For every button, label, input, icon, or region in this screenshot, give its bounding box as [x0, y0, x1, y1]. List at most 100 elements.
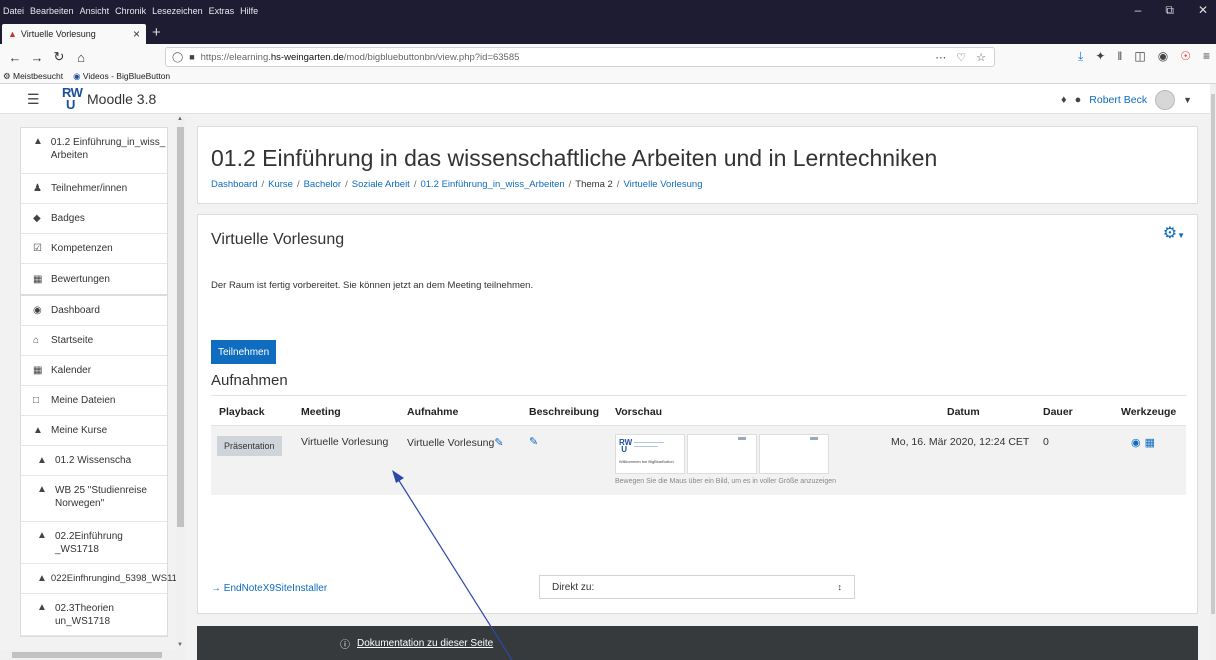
drawer-item-home[interactable]: ⌂ Startseite — [21, 326, 167, 356]
close-window-icon[interactable]: ✕ — [1198, 3, 1208, 18]
breadcrumb-kurse[interactable]: Kurse — [268, 179, 293, 190]
jump-to-select[interactable]: Direkt zu: ↕ — [539, 575, 855, 599]
drawer-item-course-022[interactable]: ▲ 02.2Einführung _WS1718 — [21, 522, 167, 564]
tracking-shield-icon[interactable]: ◯ — [172, 52, 183, 63]
documentation-link[interactable]: Dokumentation zu dieser Seite — [357, 638, 493, 649]
drawer-horizontal-scrollbar[interactable] — [0, 650, 185, 660]
new-tab-icon[interactable]: + — [152, 24, 161, 41]
breadcrumb-thema[interactable]: Thema 2 — [575, 179, 613, 190]
breadcrumb-bachelor[interactable]: Bachelor — [304, 179, 342, 190]
lock-icon[interactable]: ■ — [189, 52, 194, 62]
scroll-down-icon[interactable]: ▼ — [177, 642, 183, 648]
drawer-item-competencies[interactable]: ☑ Kompetenzen — [21, 234, 167, 264]
table-header: Playback Meeting Aufnahme Beschreibung V… — [211, 395, 1186, 425]
drawer-item-course-wb25[interactable]: ▲ WB 25 "Studienreise Norwegen" — [21, 476, 167, 522]
drawer-item-participants[interactable]: ♟ Teilnehmer/innen — [21, 174, 167, 204]
url-prefix: https://elearning. — [200, 51, 271, 63]
menu-hilfe[interactable]: Hilfe — [240, 6, 258, 16]
menu-bearbeiten[interactable]: Bearbeiten — [30, 6, 74, 16]
meeting-name: Virtuelle Vorlesung — [301, 436, 389, 448]
url-path: /mod/bigbluebuttonbn/view.php?id=63585 — [343, 51, 520, 63]
chevron-down-icon[interactable]: ▼ — [1183, 95, 1192, 105]
eye-icon[interactable]: ◉ — [1131, 436, 1141, 449]
drawer-item-course-023[interactable]: ▲ 02.3Theorien un_WS1718 — [21, 594, 167, 636]
drawer-scrollbar[interactable]: ▲ ▼ — [176, 115, 185, 660]
url-bar[interactable]: ◯ ■ https://elearning. hs-weingarten.de/m… — [165, 47, 995, 67]
library-icon[interactable]: ‖ — [1117, 49, 1122, 64]
site-name[interactable]: Moodle 3.8 — [87, 91, 156, 107]
preview-image[interactable]: RW U Willkommen bei BigBlueButton — [615, 434, 685, 474]
close-tab-icon[interactable]: × — [133, 27, 140, 41]
select-arrows-icon: ↕ — [837, 582, 843, 592]
scrollbar-thumb[interactable] — [177, 127, 184, 527]
preview-image[interactable] — [687, 434, 757, 474]
scrollbar-thumb[interactable] — [12, 652, 162, 658]
drawer-item-badges[interactable]: ◆ Badges — [21, 204, 167, 234]
bookmark-star-icon[interactable]: ☆ — [976, 51, 986, 64]
extensions-icon[interactable]: ✦ — [1095, 49, 1105, 64]
join-button[interactable]: Teilnehmen — [211, 340, 277, 364]
drawer-item-grades[interactable]: ▦ Bewertungen — [21, 264, 167, 294]
preview-image[interactable] — [759, 434, 829, 474]
page-scrollbar[interactable] — [1210, 84, 1216, 660]
drawer-toggle-icon[interactable]: ☰ — [27, 91, 40, 108]
more-actions-icon[interactable]: ⋯ — [935, 51, 946, 64]
menu-extras[interactable]: Extras — [209, 6, 235, 16]
breadcrumb-separator: / — [568, 179, 572, 190]
sidebar-icon[interactable]: ◫ — [1134, 49, 1145, 64]
app-menu-icon[interactable]: ≡ — [1203, 49, 1210, 64]
endnote-link[interactable]: → EndNoteX9SiteInstaller — [211, 583, 327, 594]
drawer-item-label: 022Einfhrungind_5398_WS111 — [50, 573, 182, 584]
graduation-cap-icon: ▲ — [37, 602, 47, 613]
menu-lesezeichen[interactable]: Lesezeichen — [152, 6, 203, 16]
drawer-item-course-022b[interactable]: ▲ 022Einfhrungind_5398_WS111 — [21, 564, 182, 594]
download-icon[interactable]: ⤓ — [1078, 49, 1083, 64]
activity-title: Virtuelle Vorlesung — [211, 231, 345, 248]
col-description: Beschreibung — [529, 406, 600, 418]
drawer-item-my-courses[interactable]: ▲ Meine Kurse — [21, 416, 167, 446]
edit-description-icon[interactable]: ✎ — [529, 435, 538, 448]
drawer-item-label: Badges — [51, 213, 85, 224]
home-icon[interactable]: ⌂ — [70, 50, 92, 65]
presentation-button[interactable]: Präsentation — [217, 436, 282, 456]
breadcrumb-soziale-arbeit[interactable]: Soziale Arbeit — [352, 179, 410, 190]
breadcrumb-course[interactable]: 01.2 Einführung_in_wiss_Arbeiten — [420, 179, 564, 190]
pocket-icon[interactable]: ♡ — [956, 51, 966, 64]
page-title: 01.2 Einführung in das wissenschaftliche… — [211, 145, 938, 171]
minimize-icon[interactable]: – — [1135, 3, 1142, 18]
drawer-item-course[interactable]: ▲ 01.2 Einführung_in_wiss_Arbeiten — [21, 128, 167, 174]
menu-datei[interactable]: Datei — [3, 6, 24, 16]
reload-icon[interactable]: ↻ — [48, 49, 70, 65]
drawer-item-files[interactable]: □ Meine Dateien — [21, 386, 167, 416]
bookmark-bbb-videos[interactable]: ◉ Videos - BigBlueButton — [73, 71, 170, 82]
drawer-item-label: Dashboard — [51, 305, 100, 316]
restore-icon[interactable]: ⧉ — [1165, 3, 1174, 18]
menu-ansicht[interactable]: Ansicht — [80, 6, 110, 16]
addon-red-icon[interactable]: ☉ — [1180, 49, 1191, 64]
breadcrumb-dashboard[interactable]: Dashboard — [211, 179, 257, 190]
forward-icon[interactable]: → — [26, 50, 48, 65]
user-name[interactable]: Robert Beck — [1089, 94, 1147, 106]
edit-pencil-icon[interactable]: ✎ — [494, 437, 503, 449]
back-icon[interactable]: ← — [4, 50, 26, 65]
site-logo[interactable]: RW U — [62, 86, 84, 111]
drawer-item-dashboard[interactable]: ◉ Dashboard — [21, 296, 167, 326]
settings-menu[interactable]: ⚙▼ — [1163, 223, 1185, 243]
jump-to-label: Direkt zu: — [552, 581, 595, 593]
drawer-item-label: Bewertungen — [51, 273, 110, 285]
trash-icon[interactable]: ▦ — [1145, 436, 1155, 449]
messages-icon[interactable]: ● — [1075, 94, 1082, 106]
notification-bell-icon[interactable]: ♦ — [1061, 94, 1067, 106]
bookmark-meistbesucht[interactable]: ⚙ Meistbesucht — [3, 71, 63, 82]
calendar-icon: ▦ — [33, 365, 43, 376]
avatar[interactable] — [1155, 90, 1176, 110]
scrollbar-thumb[interactable] — [1211, 94, 1215, 614]
tab-virtuelle-vorlesung[interactable]: ▲ Virtuelle Vorlesung × — [2, 24, 146, 44]
addon-icon[interactable]: ◉ — [1158, 49, 1168, 64]
breadcrumb-activity[interactable]: Virtuelle Vorlesung — [623, 179, 702, 190]
drawer-item-calendar[interactable]: ▦ Kalender — [21, 356, 167, 386]
drawer-item-course-012[interactable]: ▲ 01.2 Wissenscha — [21, 446, 167, 476]
menu-chronik[interactable]: Chronik — [115, 6, 146, 16]
scroll-up-icon[interactable]: ▲ — [177, 116, 183, 122]
site-nav-group: ◉ Dashboard ⌂ Startseite ▦ Kalender □ Me… — [20, 295, 182, 637]
